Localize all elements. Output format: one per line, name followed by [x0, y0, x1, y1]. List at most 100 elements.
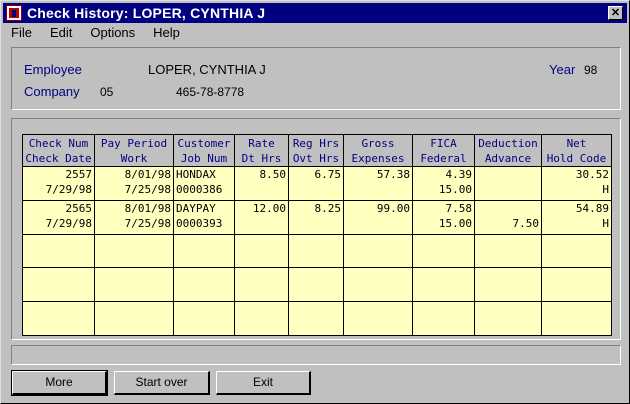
- table-cell[interactable]: [474, 267, 542, 303]
- table-cell[interactable]: [234, 233, 289, 269]
- menu-options[interactable]: Options: [81, 25, 144, 40]
- table-cell[interactable]: [412, 233, 475, 269]
- app-icon[interactable]: [6, 5, 22, 21]
- table-cell[interactable]: [474, 301, 542, 336]
- table-cell[interactable]: [288, 301, 344, 336]
- table-cell[interactable]: 7.50: [474, 199, 542, 235]
- table-cell[interactable]: 8.50: [234, 166, 289, 201]
- column-header[interactable]: Pay Period Work: [94, 134, 174, 167]
- table-cell[interactable]: [343, 267, 413, 303]
- cell-line: [291, 250, 341, 265]
- exit-button[interactable]: Exit: [216, 371, 311, 395]
- table-cell[interactable]: [541, 267, 612, 303]
- table-cell[interactable]: [412, 301, 475, 336]
- table-cell[interactable]: [94, 301, 174, 336]
- table-cell[interactable]: DAYPAY 0000393: [173, 199, 235, 235]
- table-cell[interactable]: 2565 7/29/98: [22, 199, 95, 235]
- table-cell[interactable]: [412, 267, 475, 303]
- column-header[interactable]: Customer Job Num: [173, 134, 235, 167]
- cell-line: [544, 303, 609, 318]
- more-button[interactable]: More: [11, 370, 108, 396]
- table-cell[interactable]: 8/01/98 7/25/98: [94, 166, 174, 201]
- column-header[interactable]: Gross Expenses: [343, 134, 413, 167]
- table-row[interactable]: 2565 7/29/98 8/01/98 7/25/98 DAYPAY 0000393 12…: [22, 199, 612, 235]
- column-header[interactable]: Net Hold Code: [541, 134, 612, 167]
- menu-help[interactable]: Help: [144, 25, 189, 40]
- table-cell[interactable]: [343, 233, 413, 269]
- column-header[interactable]: Deduction Advance: [474, 134, 542, 167]
- column-header[interactable]: FICA Federal: [412, 134, 475, 167]
- cell-line: [346, 303, 410, 318]
- cell-line: [477, 317, 539, 332]
- table-cell[interactable]: [234, 267, 289, 303]
- cell-line: [477, 303, 539, 318]
- cell-line: [477, 250, 539, 265]
- table-cell[interactable]: [474, 233, 542, 269]
- table-row[interactable]: [22, 267, 612, 303]
- table-cell[interactable]: [288, 267, 344, 303]
- table-cell[interactable]: [474, 166, 542, 201]
- close-icon[interactable]: ✕: [608, 6, 623, 20]
- cell-line: [477, 283, 539, 298]
- cell-line: HONDAX: [176, 168, 216, 181]
- table-cell[interactable]: [22, 233, 95, 269]
- table-cell[interactable]: 54.89 H: [541, 199, 612, 235]
- column-header[interactable]: Rate Dt Hrs: [234, 134, 289, 167]
- ssn-value: 465-78-8778: [176, 85, 245, 99]
- cell-line: H: [602, 216, 609, 230]
- cell-line: [346, 317, 410, 332]
- cell-line: [477, 201, 539, 216]
- table-cell[interactable]: [22, 301, 95, 336]
- cell-line: 8.50: [259, 168, 287, 181]
- column-header-line: Gross: [361, 136, 395, 150]
- table-row[interactable]: [22, 233, 612, 269]
- table-cell[interactable]: [288, 233, 344, 269]
- menu-file[interactable]: File: [3, 25, 41, 40]
- table-cell[interactable]: HONDAX 0000386: [173, 166, 235, 201]
- cell-line: [237, 303, 286, 318]
- cell-line: 7/25/98: [124, 216, 171, 230]
- employee-info-panel: Employee LOPER, CYNTHIA J Year 98 Compan…: [11, 47, 621, 110]
- table-cell[interactable]: [541, 301, 612, 336]
- table-cell[interactable]: 30.52 H: [541, 166, 612, 201]
- cell-line: 15.00: [438, 183, 472, 196]
- table-cell[interactable]: 8/01/98 7/25/98: [94, 199, 174, 235]
- table-cell[interactable]: 57.38: [343, 166, 413, 201]
- cell-line: 15.00: [438, 216, 472, 230]
- menu-edit[interactable]: Edit: [41, 25, 81, 40]
- year-label: Year: [549, 62, 576, 77]
- table-row[interactable]: 2557 7/29/98 8/01/98 7/25/98 HONDAX 0000386 8.…: [22, 166, 612, 201]
- table-cell[interactable]: [173, 233, 235, 269]
- table-cell[interactable]: [94, 267, 174, 303]
- title-bar[interactable]: Check History: LOPER, CYNTHIA J ✕: [3, 3, 627, 23]
- column-header[interactable]: Check Num Check Date: [22, 134, 95, 167]
- check-history-table: Check Num Check Date Pay Period Work Custome…: [22, 134, 612, 336]
- table-cell[interactable]: 7.58 15.00: [412, 199, 475, 235]
- table-cell[interactable]: [234, 301, 289, 336]
- table-cell[interactable]: [541, 233, 612, 269]
- start-over-button[interactable]: Start over: [114, 371, 210, 395]
- table-cell[interactable]: [343, 301, 413, 336]
- table-cell[interactable]: [94, 233, 174, 269]
- cell-line: [415, 303, 472, 318]
- column-header-line: Reg Hrs: [292, 136, 340, 150]
- column-header[interactable]: Reg Hrs Ovt Hrs: [288, 134, 344, 167]
- cell-line: [176, 250, 232, 265]
- table-cell[interactable]: [22, 267, 95, 303]
- cell-line: [25, 303, 92, 318]
- cell-line: [25, 269, 92, 284]
- table-cell[interactable]: 4.39 15.00: [412, 166, 475, 201]
- table-cell[interactable]: 6.75: [288, 166, 344, 201]
- cell-line: [25, 235, 92, 250]
- cell-line: 7.50: [512, 216, 540, 230]
- table-cell[interactable]: [173, 301, 235, 336]
- table-cell[interactable]: [173, 267, 235, 303]
- table-cell[interactable]: 8.25: [288, 199, 344, 235]
- table-row[interactable]: [22, 301, 612, 336]
- column-header-line: Customer: [177, 136, 231, 150]
- cell-line: 8.25: [314, 201, 342, 215]
- table-cell[interactable]: 12.00: [234, 199, 289, 235]
- table-cell[interactable]: 2557 7/29/98: [22, 166, 95, 201]
- company-code: 05: [100, 85, 114, 99]
- table-cell[interactable]: 99.00: [343, 199, 413, 235]
